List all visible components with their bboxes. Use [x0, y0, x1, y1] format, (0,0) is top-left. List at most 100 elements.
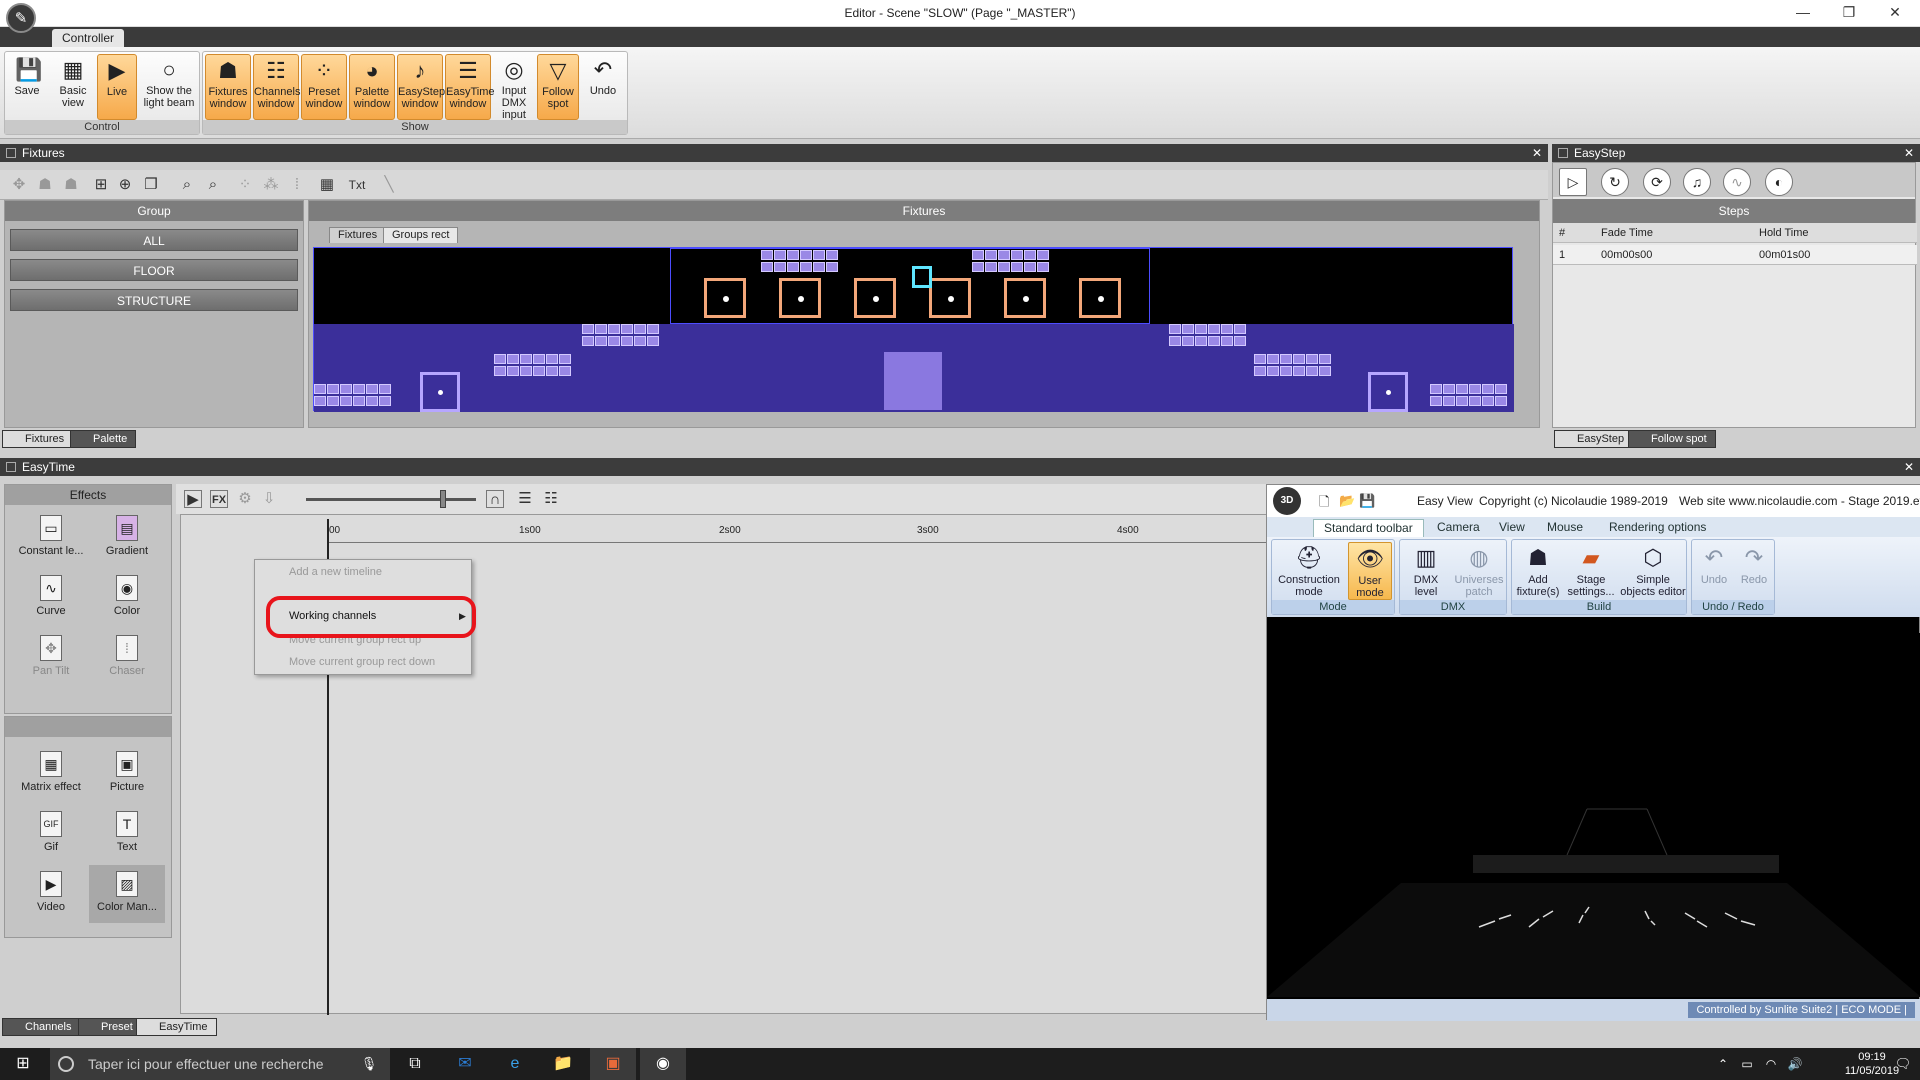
- simple-objects-editor-button[interactable]: ⬡ Simple objects editor: [1620, 542, 1686, 600]
- fixture-cell[interactable]: [1293, 366, 1305, 376]
- tab-rendering-options[interactable]: Rendering options: [1599, 519, 1716, 537]
- fixture-cell[interactable]: [340, 396, 352, 406]
- fixture-add-icon[interactable]: ☗: [62, 176, 80, 194]
- fixture-cell[interactable]: [533, 354, 545, 364]
- taskbar-search-input[interactable]: Taper ici pour effectuer une recherche: [50, 1048, 390, 1080]
- fixture-cell[interactable]: [327, 396, 339, 406]
- play-icon[interactable]: ▶: [184, 490, 202, 508]
- fixture-cell[interactable]: [1195, 336, 1207, 346]
- easystep-window-button[interactable]: ♪ EasyStep window: [397, 54, 445, 120]
- fixture-cell[interactable]: [1456, 384, 1468, 394]
- tab-mouse[interactable]: Mouse: [1537, 519, 1593, 537]
- sync-icon[interactable]: ⟳: [1643, 168, 1671, 196]
- file-explorer-icon[interactable]: 📁: [540, 1048, 586, 1080]
- fixture-cell[interactable]: [340, 384, 352, 394]
- edge-icon[interactable]: e: [492, 1048, 538, 1080]
- tab-view[interactable]: View: [1489, 519, 1535, 537]
- fixture-cell[interactable]: [1169, 324, 1181, 334]
- fixture-cell[interactable]: [1182, 324, 1194, 334]
- fixture-cell[interactable]: [582, 336, 594, 346]
- open-folder-icon[interactable]: 📂: [1339, 493, 1355, 509]
- fixture-cell[interactable]: [608, 336, 620, 346]
- fixture-icon[interactable]: ☗: [36, 176, 54, 194]
- fixture-cell[interactable]: [1469, 384, 1481, 394]
- sound-icon[interactable]: ♫: [1683, 168, 1711, 196]
- curve-icon[interactable]: ∿: [1723, 168, 1751, 196]
- dmx-input-button[interactable]: ◎ Input DMX input: [493, 54, 535, 121]
- tab-easystep[interactable]: EasyStep: [1554, 430, 1634, 448]
- fixture-cell[interactable]: [1319, 354, 1331, 364]
- fixture-spot[interactable]: [420, 372, 460, 412]
- fixture-cell[interactable]: [621, 324, 633, 334]
- follow-spot-button[interactable]: ▽ Follow spot: [537, 54, 579, 120]
- fixture-cell[interactable]: [1469, 396, 1481, 406]
- panel-pin-icon[interactable]: [1558, 148, 1568, 158]
- fixture-cell[interactable]: [1221, 324, 1233, 334]
- fixture-cell[interactable]: [507, 366, 519, 376]
- fixture-spot[interactable]: [1368, 372, 1408, 412]
- fixtures-window-button[interactable]: ☗ Fixtures window: [205, 54, 251, 120]
- fixture-cell[interactable]: [366, 384, 378, 394]
- fixture-cell[interactable]: [520, 366, 532, 376]
- effect-gradient[interactable]: ▤ Gradient: [89, 509, 165, 567]
- panel-pin-icon[interactable]: [6, 462, 16, 472]
- windows-start-icon[interactable]: ⊞: [0, 1048, 46, 1080]
- app-logo-icon[interactable]: ✎: [6, 3, 36, 33]
- fixture-cell[interactable]: [647, 324, 659, 334]
- restore-button[interactable]: ❐: [1826, 0, 1872, 27]
- align-icon[interactable]: ⁘: [236, 176, 254, 194]
- fixture-cell[interactable]: [595, 336, 607, 346]
- volume-icon[interactable]: 🔊: [1772, 1048, 1818, 1080]
- tab-preset[interactable]: Preset: [78, 1018, 142, 1036]
- fixture-cell[interactable]: [1280, 354, 1292, 364]
- stage-canvas[interactable]: [313, 247, 1514, 412]
- effect-color[interactable]: ◉ Color: [89, 569, 165, 627]
- preset-window-button[interactable]: ⁘ Preset window: [301, 54, 347, 120]
- tab-easytime[interactable]: EasyTime: [136, 1018, 217, 1036]
- effect-pan-tilt[interactable]: ✥ Pan Tilt: [13, 629, 89, 687]
- list-options-icon[interactable]: ☷: [542, 490, 560, 508]
- effect-gif[interactable]: GIF Gif: [13, 805, 89, 863]
- zoom-out-icon[interactable]: ⌕: [204, 176, 222, 194]
- tab-follow-spot[interactable]: Follow spot: [1628, 430, 1716, 448]
- zoom-slider-handle[interactable]: [440, 490, 446, 508]
- fixture-cell[interactable]: [608, 324, 620, 334]
- new-group-icon[interactable]: ⊞: [92, 176, 110, 194]
- fixtures-close-icon[interactable]: ✕: [1532, 144, 1542, 162]
- undo-button[interactable]: ↶ Undo: [583, 54, 623, 120]
- easyview-3d-logo-icon[interactable]: 3D: [1273, 487, 1301, 515]
- move-icon[interactable]: ✥: [10, 176, 28, 194]
- fixture-cell[interactable]: [634, 324, 646, 334]
- notification-icon[interactable]: 🗨: [1880, 1048, 1920, 1080]
- fixture-cell[interactable]: [520, 354, 532, 364]
- settings-icon[interactable]: ⚙: [236, 490, 254, 508]
- sunlite-app-icon[interactable]: ▣: [590, 1048, 636, 1080]
- fixture-cell[interactable]: [1430, 384, 1442, 394]
- tab-palette[interactable]: Palette: [70, 430, 137, 448]
- fixture-cell[interactable]: [559, 354, 571, 364]
- fixture-cell[interactable]: [1482, 384, 1494, 394]
- effect-curve[interactable]: ∿ Curve: [13, 569, 89, 627]
- zoom-in-icon[interactable]: ⌕: [178, 176, 196, 194]
- fixture-cell[interactable]: [1306, 354, 1318, 364]
- effect-matrix[interactable]: ▦ Matrix effect: [13, 745, 89, 803]
- menu-move-group-down[interactable]: Move current group rect down: [255, 652, 473, 672]
- loop-icon[interactable]: ↻: [1601, 168, 1629, 196]
- palette-window-button[interactable]: ◕ Palette window: [349, 54, 395, 120]
- fixture-cell[interactable]: [494, 354, 506, 364]
- fixture-cell[interactable]: [559, 366, 571, 376]
- add-group-icon[interactable]: ⊕: [116, 176, 134, 194]
- distribute-icon[interactable]: ⁞: [288, 176, 306, 194]
- live-button[interactable]: ▶ Live: [97, 54, 137, 120]
- fixture-cell[interactable]: [1430, 396, 1442, 406]
- fixture-cell[interactable]: [379, 384, 391, 394]
- stage-settings-button[interactable]: ▰ Stage settings...: [1564, 542, 1618, 600]
- add-fixture-button[interactable]: ☗ Add fixture(s): [1514, 542, 1562, 600]
- tab-channels[interactable]: Channels: [2, 1018, 81, 1036]
- user-mode-button[interactable]: 👁 User mode: [1348, 542, 1392, 600]
- universes-patch-button[interactable]: ◍ Universes patch: [1452, 542, 1506, 600]
- timeline-ruler[interactable]: 00 1s00 2s00 3s00 4s00: [329, 525, 1269, 543]
- new-file-icon[interactable]: 🗋: [1319, 493, 1329, 515]
- fixture-cell[interactable]: [1234, 324, 1246, 334]
- task-view-icon[interactable]: ⧉: [392, 1048, 438, 1080]
